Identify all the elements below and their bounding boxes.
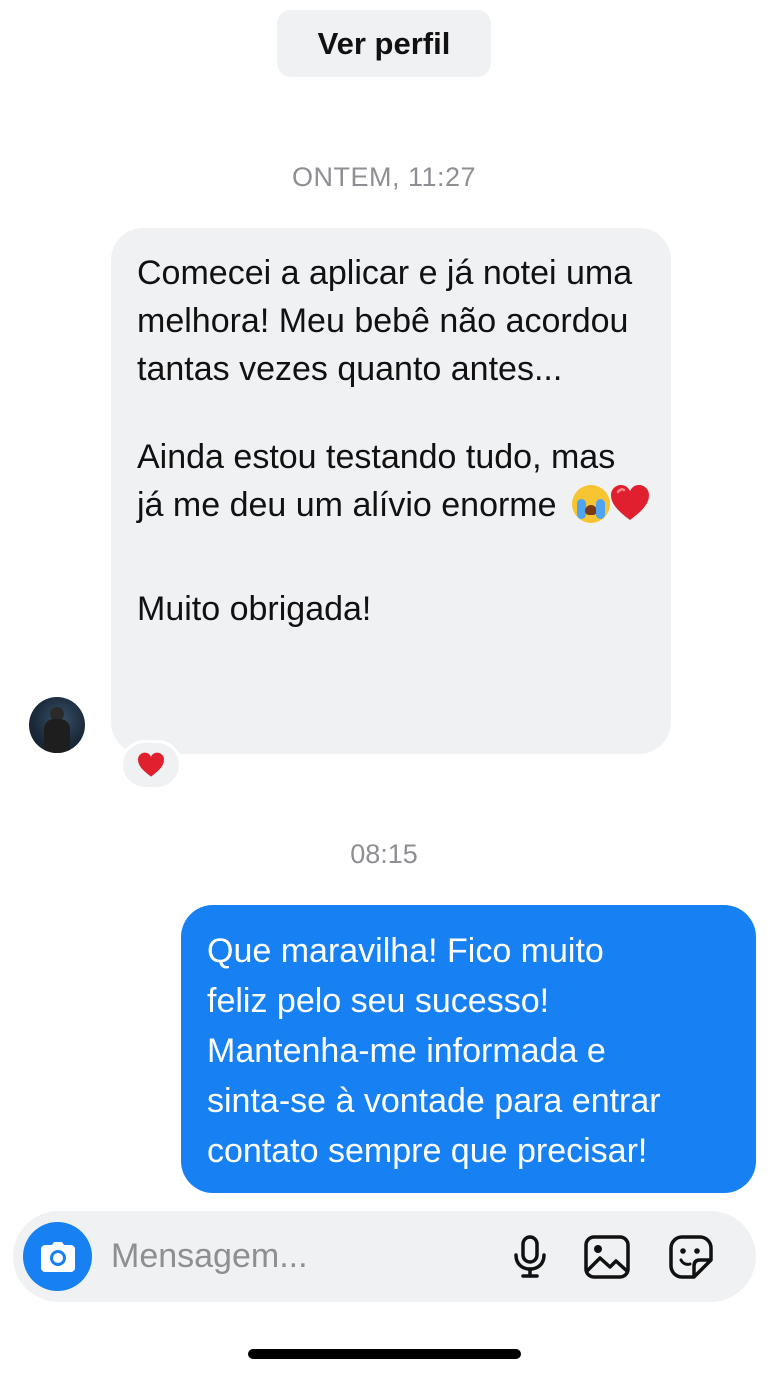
microphone-button[interactable]: [506, 1233, 554, 1281]
red-heart-emoji-icon: [138, 752, 164, 777]
home-indicator[interactable]: [248, 1349, 521, 1359]
message-input[interactable]: [111, 1233, 491, 1280]
red-heart-emoji-icon: [611, 485, 649, 520]
heart-reaction[interactable]: [120, 740, 182, 790]
sob-emoji-icon: [572, 485, 610, 523]
gallery-icon: [584, 1235, 630, 1279]
incoming-message-paragraph-3: Muito obrigada!: [137, 590, 372, 628]
incoming-message-paragraph-1: Comecei a aplicar e já notei uma melhora…: [137, 254, 633, 388]
timestamp-today: 08:15: [350, 839, 418, 869]
message-composer: [13, 1211, 756, 1302]
incoming-message-bubble[interactable]: Comecei a aplicar e já notei uma melhora…: [111, 228, 671, 754]
outgoing-message-bubble[interactable]: Que maravilha! Fico muito feliz pelo seu…: [181, 905, 756, 1193]
gallery-button[interactable]: [583, 1233, 631, 1281]
incoming-message-paragraph-2-text: Ainda estou testando tudo, mas já me deu…: [137, 438, 616, 524]
camera-button[interactable]: [23, 1222, 92, 1291]
contact-avatar[interactable]: [29, 697, 85, 753]
incoming-message-paragraph-2: Ainda estou testando tudo, mas já me deu…: [137, 433, 651, 529]
sticker-button[interactable]: [667, 1233, 715, 1281]
microphone-icon: [514, 1235, 546, 1278]
sticker-icon: [669, 1235, 713, 1279]
view-profile-button[interactable]: Ver perfil: [277, 10, 491, 77]
camera-icon: [40, 1241, 75, 1272]
timestamp-yesterday: ONTEM, 11:27: [291, 162, 477, 192]
